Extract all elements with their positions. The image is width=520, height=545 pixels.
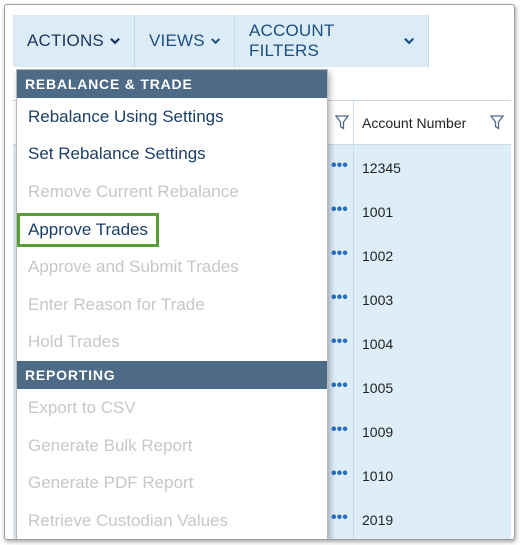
views-menu-button[interactable]: VIEWS <box>135 15 235 67</box>
menu-item-approve-trades-label: Approve Trades <box>17 212 160 247</box>
row-menu-icon[interactable]: ••• <box>331 377 348 395</box>
account-number-cell: 1005 <box>362 380 394 396</box>
filter-icon[interactable] <box>335 115 349 130</box>
row-menu-icon[interactable]: ••• <box>331 289 348 307</box>
menu-item-generate-pdf-report: Generate PDF Report <box>28 473 194 493</box>
chevron-down-icon <box>403 37 414 45</box>
account-number-cell: 1009 <box>362 424 394 440</box>
menu-item-enter-reason-for-trade: Enter Reason for Trade <box>28 294 205 314</box>
menu-item-hold-trades: Hold Trades <box>28 332 120 352</box>
row-menu-icon[interactable]: ••• <box>331 421 348 439</box>
account-number-cell: 2019 <box>362 512 394 528</box>
menu-item-export-to-csv: Export to CSV <box>28 397 136 417</box>
account-number-cell: 1004 <box>362 336 394 352</box>
app-window: ACTIONS VIEWS ACCOUNT FILTERS Account Nu… <box>4 4 515 540</box>
menu-item-set-rebalance-settings[interactable]: Set Rebalance Settings <box>17 136 327 174</box>
row-menu-icon[interactable]: ••• <box>331 509 348 527</box>
account-number-cell: 1003 <box>362 292 394 308</box>
account-number-cell: 12345 <box>362 160 401 176</box>
actions-menu-button[interactable]: ACTIONS <box>13 15 135 67</box>
account-number-column-header[interactable]: Account Number <box>362 115 466 131</box>
menu-item-rebalance-using-settings[interactable]: Rebalance Using Settings <box>17 98 327 136</box>
menu-item-approve-trades[interactable]: Approve Trades <box>17 211 327 249</box>
menu-item-remove-current-rebalance: Remove Current Rebalance <box>28 181 239 201</box>
row-menu-icon[interactable]: ••• <box>331 333 348 351</box>
views-label: VIEWS <box>149 31 205 50</box>
chevron-down-icon <box>210 38 220 45</box>
account-filters-menu-button[interactable]: ACCOUNT FILTERS <box>235 15 429 67</box>
account-filters-label: ACCOUNT FILTERS <box>249 21 335 60</box>
account-number-cell: 1001 <box>362 204 394 220</box>
column-divider <box>353 101 354 145</box>
toolbar: ACTIONS VIEWS ACCOUNT FILTERS <box>13 15 429 67</box>
actions-label: ACTIONS <box>27 31 104 50</box>
menu-item-generate-bulk-report: Generate Bulk Report <box>28 435 193 455</box>
actions-dropdown-menu: REBALANCE & TRADE Rebalance Using Settin… <box>16 69 328 539</box>
row-menu-icon[interactable]: ••• <box>331 157 348 175</box>
menu-item-retrieve-custodian-values: Retrieve Custodian Values <box>28 510 229 530</box>
chevron-down-icon <box>110 37 120 45</box>
row-menu-icon[interactable]: ••• <box>331 201 348 219</box>
filter-icon[interactable] <box>490 115 504 130</box>
row-menu-icon[interactable]: ••• <box>331 245 348 263</box>
account-number-cell: 1002 <box>362 248 394 264</box>
row-menu-icon[interactable]: ••• <box>331 465 348 483</box>
menu-item-approve-and-submit-trades: Approve and Submit Trades <box>28 257 239 277</box>
reporting-section-header: REPORTING <box>17 361 327 390</box>
rebalance-trade-section-header: REBALANCE & TRADE <box>17 70 327 98</box>
account-number-cell: 1010 <box>362 468 394 484</box>
